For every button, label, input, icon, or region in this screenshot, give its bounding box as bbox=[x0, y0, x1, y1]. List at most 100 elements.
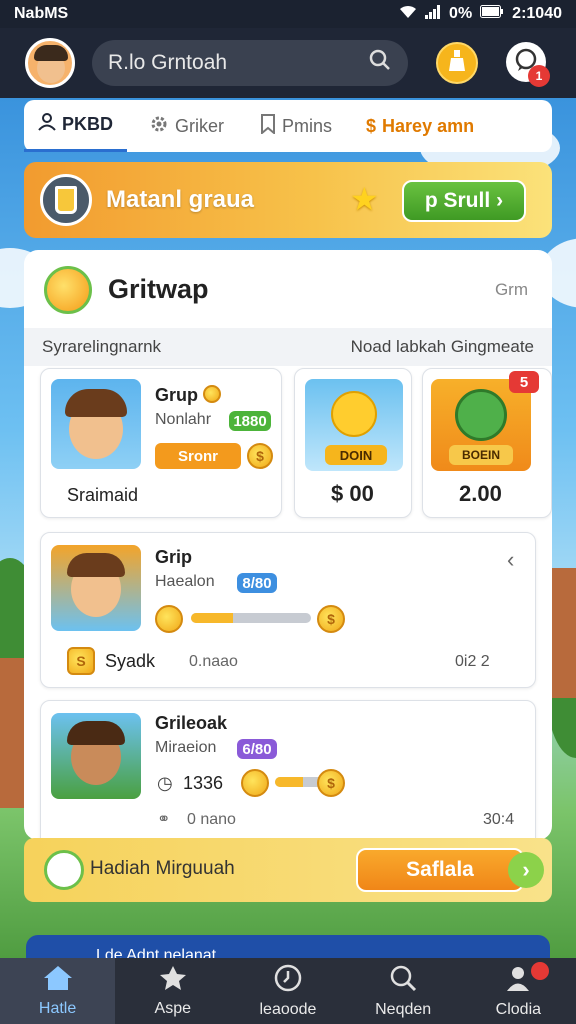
potion-icon bbox=[447, 49, 467, 78]
game-thumbnail bbox=[51, 713, 141, 799]
battery-percent: 0% bbox=[449, 5, 473, 22]
offer-tag: 5 bbox=[509, 371, 539, 393]
nav-aspe[interactable]: Aspe bbox=[115, 958, 230, 1024]
nav-label: Hatle bbox=[38, 999, 77, 1017]
coin-icon bbox=[241, 769, 269, 797]
game-badge: 8/80 bbox=[237, 573, 277, 593]
featured-name: Grup bbox=[155, 385, 198, 405]
tab-pkbd[interactable]: PKBD bbox=[24, 100, 128, 152]
battery-icon bbox=[480, 5, 504, 23]
game-sub: Haealon bbox=[155, 573, 215, 590]
link-icon: ⚭ bbox=[157, 811, 171, 828]
avatar[interactable] bbox=[25, 38, 75, 88]
search-text: R.lo Grntoah bbox=[108, 51, 228, 74]
game-thumbnail bbox=[51, 545, 141, 631]
game-progress-fill bbox=[191, 613, 233, 623]
offer-card[interactable]: DOIN $ 00 bbox=[294, 368, 412, 518]
notification-badge: 1 bbox=[528, 65, 550, 87]
offer-card[interactable]: BOEIN 5 2.00 bbox=[422, 368, 552, 518]
game-footer-right: 0i2 2 bbox=[455, 653, 490, 670]
featured-badge: 1880 bbox=[229, 411, 271, 431]
coin-icon bbox=[203, 385, 221, 403]
search-icon bbox=[389, 964, 417, 997]
coin-shop-button[interactable] bbox=[436, 42, 478, 84]
tab-label: Harey amn bbox=[382, 115, 475, 136]
puzzle-icon bbox=[158, 965, 188, 996]
offer-label: DOIN bbox=[325, 445, 387, 465]
offer-thumbnail: DOIN bbox=[305, 379, 403, 471]
nav-leaoode[interactable]: leaoode bbox=[230, 958, 345, 1024]
tab-griker[interactable]: Griker bbox=[135, 100, 238, 152]
reward-button-label: Saflala bbox=[406, 858, 474, 881]
coin-icon: S bbox=[67, 647, 95, 675]
game-badge: 6/80 bbox=[237, 739, 277, 759]
tab-label: PKBD bbox=[62, 114, 114, 134]
timer-icon: ◷ bbox=[157, 773, 173, 793]
panel-title: Gritwap bbox=[108, 274, 209, 304]
chevron-left-icon[interactable]: ‹ bbox=[507, 547, 514, 573]
nav-home[interactable]: Hatle bbox=[0, 958, 116, 1024]
panel-logo-icon bbox=[44, 266, 92, 314]
coin-icon: $ bbox=[317, 769, 345, 797]
featured-play-button[interactable]: Sronr bbox=[155, 443, 241, 469]
panel-subheader: Syrarelingnarnk Noad labkah Gingmeate bbox=[24, 328, 552, 366]
featured-thumbnail bbox=[51, 379, 141, 469]
clock-icon bbox=[274, 964, 302, 997]
featured-play-label: Sronr bbox=[177, 447, 218, 465]
featured-caption: Sraimaid bbox=[67, 485, 139, 505]
notification-dot bbox=[530, 962, 549, 980]
dollar-icon: $ bbox=[366, 115, 377, 136]
games-panel: Gritwap Grm Syrarelingnarnk Noad labkah … bbox=[24, 250, 552, 840]
promo-title: Matanl graua bbox=[106, 186, 255, 213]
reward-banner[interactable]: Hadiah Mirguuah Saflala › bbox=[24, 838, 552, 902]
wifi-icon bbox=[399, 5, 417, 24]
tab-harey[interactable]: $ Harey amn bbox=[352, 100, 488, 152]
promo-banner[interactable]: Matanl graua ★ p Srull › bbox=[24, 162, 552, 238]
game-name: Grileoak bbox=[155, 713, 228, 733]
bottom-nav: Hatle Aspe leaoode Neqden Clodia bbox=[0, 958, 576, 1024]
promo-button[interactable]: p Srull › bbox=[402, 180, 526, 222]
game-footer-mid: 0.naao bbox=[189, 653, 238, 670]
featured-game-card[interactable]: Grup Nonlahr 1880 Sronr $ Sraimaid bbox=[40, 368, 282, 518]
signal-icon bbox=[425, 4, 441, 24]
person-icon bbox=[38, 113, 56, 136]
game-row[interactable]: Grileoak Miraeion 6/80 ◷ 1336 $ ⚭ 0 nano… bbox=[40, 700, 536, 840]
game-progress-bar bbox=[191, 613, 311, 623]
featured-sub: Nonlahr bbox=[155, 411, 212, 428]
gear-icon bbox=[149, 114, 169, 139]
game-sub: Miraeion bbox=[155, 739, 217, 756]
nav-clodia[interactable]: Clodia bbox=[461, 958, 576, 1024]
home-icon bbox=[43, 965, 73, 996]
nav-neqden[interactable]: Neqden bbox=[346, 958, 461, 1024]
offer-price: 2.00 bbox=[459, 481, 502, 506]
promo-button-label: p Srull bbox=[424, 189, 491, 212]
reward-text: Hadiah Mirguuah bbox=[90, 858, 235, 879]
coin-icon: $ bbox=[247, 443, 273, 469]
game-progress-fill bbox=[275, 777, 303, 787]
coin-icon bbox=[155, 605, 183, 633]
nav-label: Clodia bbox=[495, 1000, 542, 1018]
game-row[interactable]: Grip Haealon 8/80 $ ‹ S Syadk 0.naao 0i2… bbox=[40, 532, 536, 688]
search-icon[interactable] bbox=[368, 48, 392, 78]
carrier-label: NabMS bbox=[14, 5, 69, 22]
tab-pmins[interactable]: Pmins bbox=[246, 100, 346, 152]
coin-icon: $ bbox=[317, 605, 345, 633]
drink-icon bbox=[40, 174, 92, 226]
top-bar: R.lo Grntoah 1 bbox=[0, 28, 576, 98]
search-input[interactable]: R.lo Grntoah bbox=[92, 40, 408, 86]
game-name: Grip bbox=[155, 547, 193, 567]
tab-label: Griker bbox=[175, 115, 225, 136]
clock-badge-icon bbox=[44, 850, 84, 890]
star-icon: ★ bbox=[350, 181, 379, 217]
sub-right-label[interactable]: Noad labkah Gingmeate bbox=[351, 337, 534, 357]
tab-label: Pmins bbox=[282, 115, 333, 136]
reward-button[interactable]: Saflala › bbox=[356, 848, 544, 892]
nav-label: Aspe bbox=[154, 999, 192, 1017]
clock-time: 2:1040 bbox=[512, 5, 562, 22]
game-footer-left: Syadk bbox=[105, 651, 156, 671]
panel-more-link[interactable]: Grm bbox=[495, 280, 528, 300]
status-bar: NabMS 0% 2:1040 bbox=[0, 0, 576, 28]
sub-left-label: Syrarelingnarnk bbox=[42, 337, 162, 356]
game-footer-left: 1336 bbox=[183, 773, 224, 793]
chevron-right-icon: › bbox=[496, 189, 504, 212]
